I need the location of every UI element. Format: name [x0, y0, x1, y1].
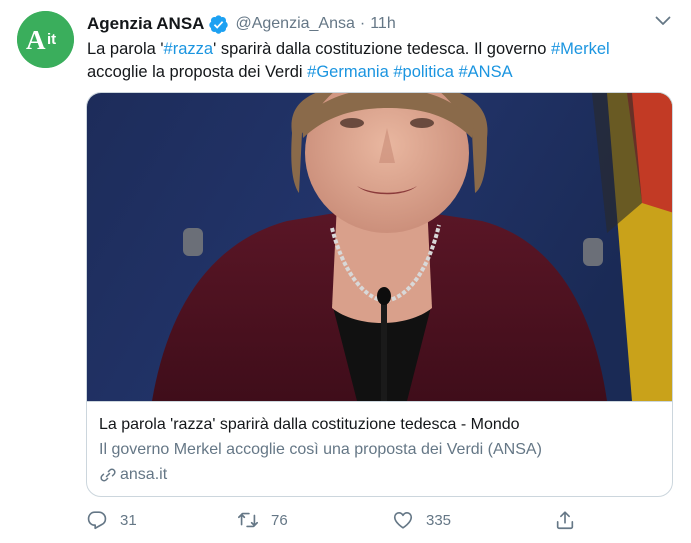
link-icon: [99, 466, 117, 484]
hashtag-razza[interactable]: #razza: [164, 40, 214, 58]
svg-text:A: A: [26, 25, 46, 55]
hashtag-merkel[interactable]: #Merkel: [551, 40, 610, 58]
tweet[interactable]: A it Agenzia ANSA @Agenzia_Ansa · 11h La…: [0, 0, 691, 543]
reply-icon: [86, 509, 108, 531]
text-segment: accoglie la proposta dei Verdi: [87, 63, 308, 81]
retweet-count: 76: [271, 511, 288, 529]
hashtag-politica[interactable]: #politica: [393, 63, 454, 81]
tweet-text: La parola '#razza' sparirà dalla costitu…: [87, 38, 667, 84]
svg-text:it: it: [47, 31, 56, 48]
author-name[interactable]: Agenzia ANSA: [87, 14, 204, 34]
card-image[interactable]: [87, 93, 672, 401]
share-button[interactable]: [554, 507, 576, 533]
retweet-button[interactable]: 76: [237, 507, 288, 533]
text-segment: ' sparirà dalla costituzione tedesca. Il…: [213, 40, 551, 58]
card-domain: ansa.it: [99, 464, 662, 485]
reply-count: 31: [120, 511, 137, 529]
like-count: 335: [426, 511, 452, 529]
tweet-text-line-2: accoglie la proposta dei Verdi #Germania…: [87, 61, 667, 84]
card-domain-text: ansa.it: [120, 466, 168, 483]
card-body[interactable]: La parola 'razza' sparirà dalla costituz…: [87, 401, 672, 496]
share-icon: [554, 509, 576, 531]
hashtag-ansa[interactable]: #ANSA: [459, 63, 513, 81]
author-handle[interactable]: @Agenzia_Ansa: [235, 15, 354, 33]
card-title: La parola 'razza' sparirà dalla costituz…: [99, 416, 520, 433]
tweet-header: Agenzia ANSA @Agenzia_Ansa · 11h: [87, 12, 396, 36]
tweet-text-line-1: La parola '#razza' sparirà dalla costitu…: [87, 38, 667, 61]
verified-badge-icon: [208, 14, 229, 35]
like-button[interactable]: 335: [392, 507, 451, 533]
chevron-down-icon[interactable]: [651, 10, 675, 32]
action-bar: 31 76 335: [86, 507, 586, 533]
separator-dot: ·: [359, 15, 366, 32]
retweet-icon: [237, 509, 259, 531]
like-icon: [392, 509, 414, 531]
reply-button[interactable]: 31: [86, 507, 137, 533]
tweet-timestamp[interactable]: 11h: [370, 15, 396, 33]
hashtag-germania[interactable]: #Germania: [307, 63, 389, 81]
link-card[interactable]: La parola 'razza' sparirà dalla costituz…: [86, 92, 673, 497]
avatar[interactable]: A it: [17, 11, 74, 68]
card-description: Il governo Merkel accoglie così una prop…: [99, 441, 542, 458]
text-segment: La parola ': [87, 40, 164, 58]
